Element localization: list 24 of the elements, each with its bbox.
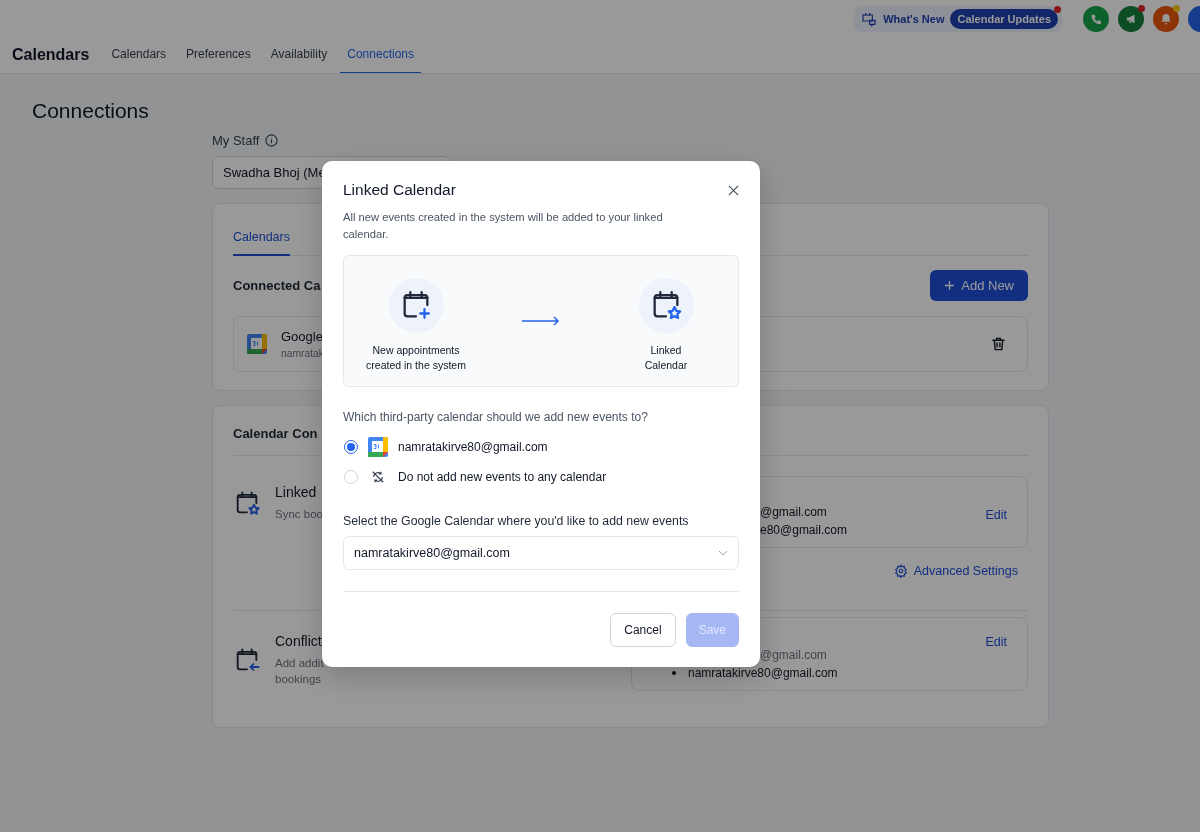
email-text: e80@gmail.com (760, 523, 847, 537)
account-email: namratak (281, 348, 324, 359)
page-title: Connections (32, 99, 150, 123)
select-value: namratakirve80@gmail.com (354, 546, 510, 560)
option-label: namratakirve80@gmail.com (398, 440, 548, 454)
question-text: Which third-party calendar should we add new events to? (343, 410, 649, 424)
option-label: Do not add new events to any calendar (398, 470, 607, 484)
section-description: Add addit bookings (275, 656, 324, 687)
section-title: Linked (275, 484, 318, 500)
flow-label: Linked Calendar (643, 342, 689, 373)
email-text: @gmail.com (760, 648, 827, 662)
field-label: Select the Google Calendar where you'd like to add new events (343, 514, 690, 528)
account-name: Google (281, 329, 324, 344)
field-label: My Staff (212, 133, 260, 148)
whats-new-label: What's New (883, 13, 945, 25)
section-title: Conflict (275, 633, 323, 649)
page-heading: Calendars (12, 46, 90, 64)
section-description: Sync boo (275, 507, 323, 522)
email-text: namratakirve80@gmail.com (688, 666, 838, 680)
section-heading: Connected Ca (233, 278, 321, 293)
updates-badge: Calendar Updates (950, 9, 1058, 29)
dialog-description: All new events created in the system will be added to your linked calendar. (343, 210, 664, 242)
flow-label: New appointments created in the system (365, 342, 467, 373)
email-text: @gmail.com (760, 505, 827, 519)
